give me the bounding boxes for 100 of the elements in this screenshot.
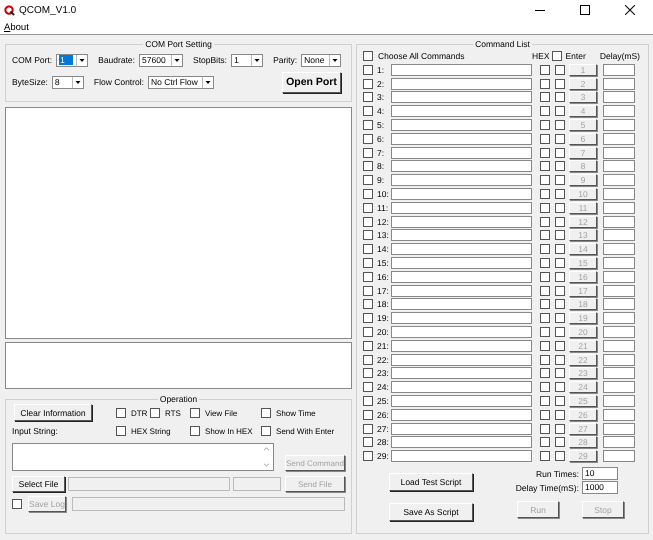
delay-field[interactable] xyxy=(603,64,635,76)
command-field[interactable] xyxy=(391,160,532,172)
delay-field[interactable] xyxy=(603,202,635,214)
delay-field[interactable] xyxy=(603,450,635,462)
command-field[interactable] xyxy=(391,270,532,283)
checkbox[interactable]: RTS xyxy=(150,408,190,418)
command-field[interactable] xyxy=(391,450,532,462)
command-field[interactable] xyxy=(391,312,532,324)
checkbox[interactable]: Show In HEX xyxy=(190,426,261,436)
delay-field[interactable] xyxy=(603,174,635,186)
command-field[interactable] xyxy=(391,105,532,118)
parity-dropdown[interactable]: None xyxy=(301,54,342,66)
dropdown-arrow-icon[interactable] xyxy=(76,54,88,66)
dropdown-arrow-icon[interactable] xyxy=(72,76,83,88)
command-field[interactable] xyxy=(391,216,532,228)
command-field[interactable] xyxy=(391,284,532,297)
command-field[interactable] xyxy=(391,367,532,380)
command-field[interactable] xyxy=(391,395,532,408)
delay-field[interactable] xyxy=(603,243,635,256)
command-field[interactable] xyxy=(391,78,532,90)
command-field[interactable] xyxy=(391,174,532,186)
command-field[interactable] xyxy=(391,381,532,394)
command-field[interactable] xyxy=(391,146,532,159)
delay-field[interactable] xyxy=(603,119,635,132)
checkbox[interactable]: Show Time xyxy=(261,408,334,418)
app-logo-icon xyxy=(4,4,15,16)
delay-field[interactable] xyxy=(603,312,635,324)
send-area[interactable] xyxy=(5,342,352,389)
run-times-label: Run Times: xyxy=(536,468,579,479)
delay-field[interactable] xyxy=(603,326,635,338)
command-field[interactable] xyxy=(391,436,532,448)
delay-field[interactable] xyxy=(603,270,635,283)
delay-field[interactable] xyxy=(603,216,635,228)
command-field[interactable] xyxy=(391,422,532,435)
field-label: ByteSize: xyxy=(12,77,48,87)
checkbox[interactable]: HEX String xyxy=(116,426,190,436)
baudrate-dropdown[interactable]: 57600 xyxy=(139,54,184,66)
delay-field[interactable] xyxy=(603,381,635,394)
checkbox[interactable]: DTR xyxy=(116,408,150,418)
command-field[interactable] xyxy=(391,188,532,200)
delay-field[interactable] xyxy=(603,298,635,310)
open-port-button[interactable]: Open Port xyxy=(282,72,341,92)
command-field[interactable] xyxy=(391,229,532,242)
delay-time-label: Delay Time(mS): xyxy=(516,482,579,493)
delay-field[interactable] xyxy=(603,105,635,118)
delay-field[interactable] xyxy=(603,91,635,104)
delay-field[interactable] xyxy=(603,367,635,380)
command-field[interactable] xyxy=(391,132,532,145)
dropdown-arrow-icon[interactable] xyxy=(202,76,213,88)
delay-field[interactable] xyxy=(603,422,635,435)
delay-field[interactable] xyxy=(603,229,635,242)
stopbits-dropdown[interactable]: 1 xyxy=(231,54,264,66)
run-times-field[interactable]: 10 xyxy=(582,467,618,480)
choose-all-checkbox[interactable]: Choose All Commands xyxy=(363,51,464,61)
delay-time-field[interactable]: 1000 xyxy=(582,481,618,494)
command-field[interactable] xyxy=(391,408,532,421)
bytesize-dropdown[interactable]: 8 xyxy=(52,76,84,88)
com-port-dropdown[interactable]: 1 xyxy=(56,54,88,66)
delay-field[interactable] xyxy=(603,146,635,159)
checkbox[interactable]: Send With Enter xyxy=(261,426,334,436)
group-title: Command List xyxy=(474,39,531,49)
clear-information-button[interactable]: Clear Information xyxy=(14,404,92,421)
command-field[interactable] xyxy=(391,243,532,256)
dropdown-arrow-icon[interactable] xyxy=(171,54,182,66)
command-field[interactable] xyxy=(391,119,532,132)
command-field[interactable] xyxy=(391,298,532,310)
delay-field[interactable] xyxy=(603,408,635,421)
delay-field[interactable] xyxy=(603,340,635,352)
select-file-button[interactable]: Select File xyxy=(12,476,65,492)
delay-field[interactable] xyxy=(603,436,635,448)
maximize-icon[interactable] xyxy=(580,5,590,15)
command-field[interactable] xyxy=(391,64,532,76)
delay-field[interactable] xyxy=(603,284,635,297)
command-field[interactable] xyxy=(391,91,532,104)
command-field[interactable] xyxy=(391,326,532,338)
delay-field[interactable] xyxy=(603,78,635,90)
group-title: COM Port Setting xyxy=(144,39,213,49)
command-field[interactable] xyxy=(391,202,532,214)
flow-control-dropdown[interactable]: No Ctrl Flow xyxy=(148,76,214,88)
checkbox[interactable]: View File xyxy=(190,408,261,418)
field-label: Baudrate: xyxy=(98,55,136,65)
save-as-script-button[interactable]: Save As Script xyxy=(389,503,473,522)
close-icon[interactable] xyxy=(625,5,635,15)
enter-checkbox[interactable]: Enter xyxy=(552,51,586,61)
command-field[interactable] xyxy=(391,340,532,352)
field-label: StopBits: xyxy=(193,55,228,65)
delay-field[interactable] xyxy=(603,354,635,366)
input-string-label: Input String: xyxy=(12,426,58,436)
delay-field[interactable] xyxy=(603,132,635,145)
dropdown-arrow-icon[interactable] xyxy=(329,54,340,66)
menu-item[interactable]: About xyxy=(4,22,29,32)
command-field[interactable] xyxy=(391,257,532,270)
load-test-script-button[interactable]: Load Test Script xyxy=(389,473,473,492)
delay-field[interactable] xyxy=(603,257,635,270)
delay-field[interactable] xyxy=(603,188,635,200)
delay-field[interactable] xyxy=(603,160,635,172)
delay-field[interactable] xyxy=(603,395,635,408)
field-label: Parity: xyxy=(273,55,298,65)
command-field[interactable] xyxy=(391,354,532,366)
dropdown-arrow-icon[interactable] xyxy=(251,54,262,66)
